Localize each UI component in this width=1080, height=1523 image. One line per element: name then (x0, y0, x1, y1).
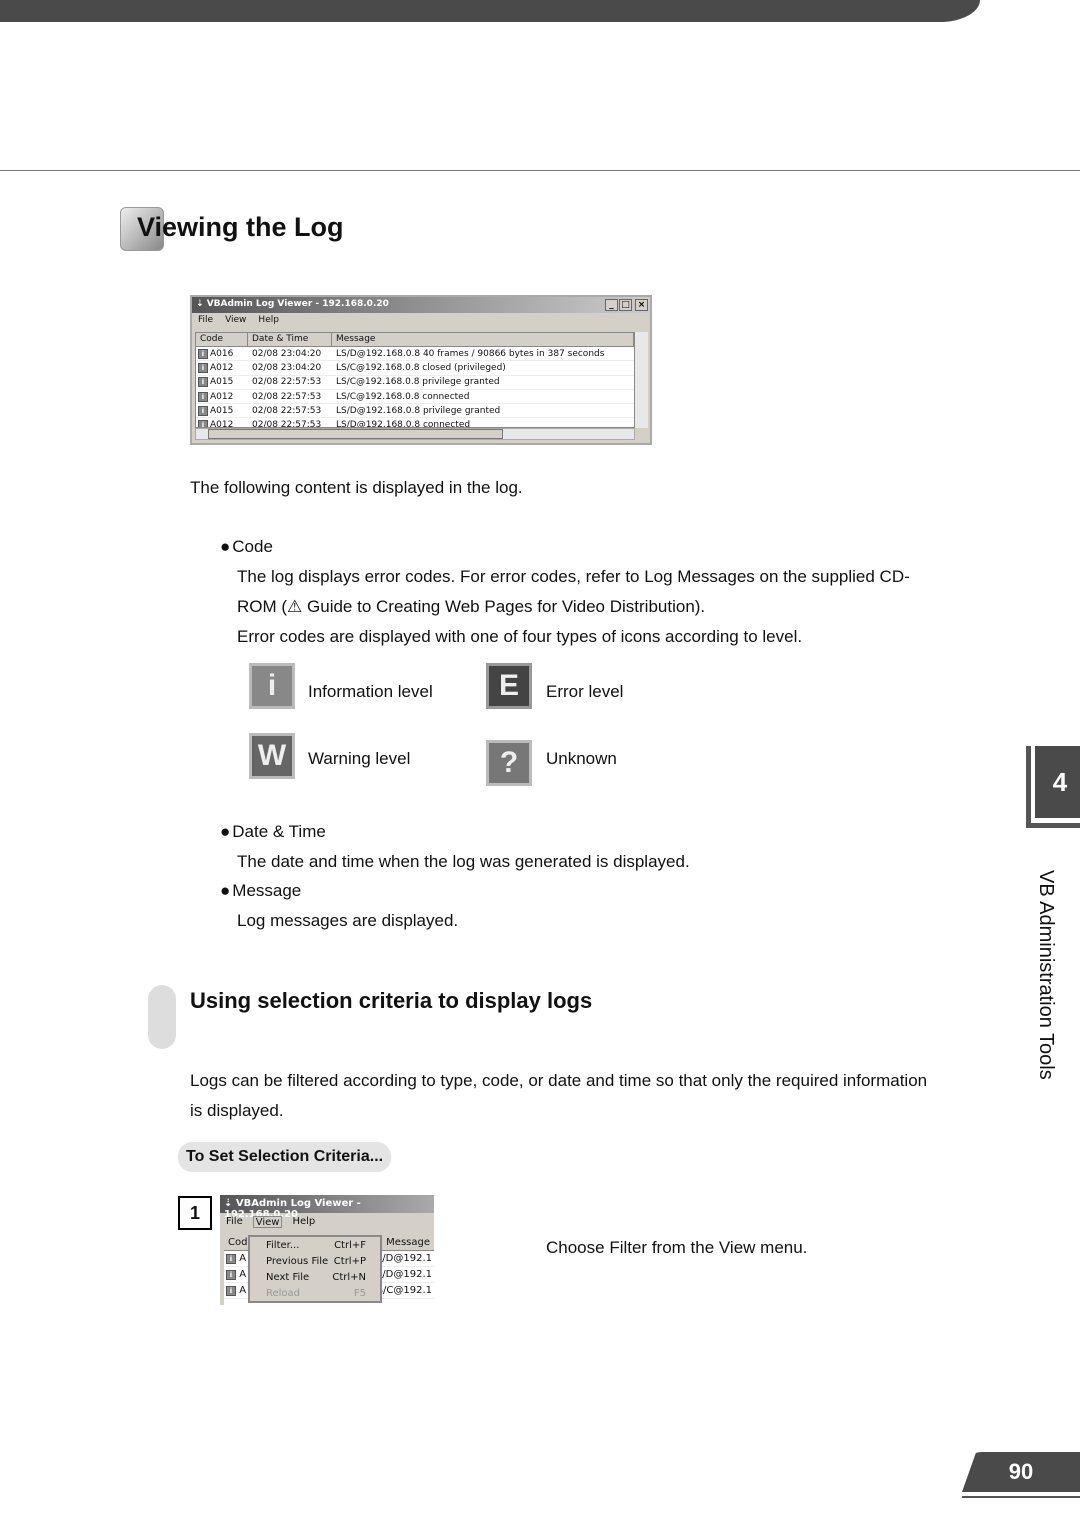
divider (0, 170, 1080, 171)
list-header: Code Date & Time Message (196, 333, 634, 347)
divider (962, 1496, 1080, 1498)
info-icon: i (226, 1270, 236, 1280)
cd-rom-icon: ⚠ (287, 597, 308, 616)
info-icon: i (198, 420, 208, 427)
subheading-marker (148, 985, 176, 1049)
table-row[interactable]: i A016 02/08 23:04:20 LS/D@192.168.0.8 40 f… (196, 347, 634, 362)
info-icon: i (198, 362, 208, 373)
table-row[interactable]: i A012 02/08 22:57:53 LS/D@192.168.0.8 conn… (196, 418, 634, 427)
maximize-icon[interactable]: □ (619, 299, 632, 311)
step-text: Choose Filter from the View menu. (546, 1238, 808, 1257)
info-icon: i (198, 391, 208, 402)
code-text-2: ROM (⚠ Guide to Creating Web Pages for V… (237, 597, 706, 616)
selection-text: Logs can be filtered according to type, … (190, 1071, 928, 1090)
step-number: 1 (178, 1196, 212, 1230)
column-code[interactable]: Code (196, 333, 248, 346)
info-icon: i (198, 348, 208, 359)
chapter-name: VB Administration Tools (1035, 870, 1057, 1080)
level-label: Warning level (308, 749, 411, 768)
page-number: 90 (962, 1452, 1080, 1492)
code-text-3: Error codes are displayed with one of fo… (237, 627, 803, 646)
menu-view[interactable]: View (225, 315, 246, 327)
procedure-label: To Set Selection Criteria... (178, 1142, 392, 1172)
error-level-icon: E (486, 663, 532, 709)
page-title: Viewing the Log (137, 212, 344, 242)
info-icon: i (226, 1254, 236, 1264)
log-viewer-window: ⇣ VBAdmin Log Viewer - 192.168.0.20 _ □ … (190, 295, 652, 445)
menu-view[interactable]: View (252, 1216, 283, 1228)
menu-item: Reload F5 (266, 1288, 366, 1299)
table-row[interactable]: i A015 02/08 22:57:53 LS/C@192.168.0.8 priv… (196, 376, 634, 390)
info-icon: i (226, 1286, 236, 1296)
app-icon: ⇣ (196, 299, 207, 309)
table-row[interactable]: i A015 02/08 22:57:53 LS/D@192.168.0.8 priv… (196, 404, 634, 419)
log-list: Code Date & Time Message i A016 02/08 23:0… (195, 332, 635, 428)
menu-item[interactable]: Previous File Ctrl+P (250, 1255, 380, 1271)
message-heading: Message (220, 881, 301, 901)
info-icon: i (198, 405, 208, 416)
unknown-level-icon: ? (486, 740, 532, 786)
vertical-scrollbar[interactable] (635, 332, 648, 428)
intro-text: The following content is displayed in th… (190, 478, 523, 497)
menu-file[interactable]: File (198, 315, 213, 327)
info-level-icon: i (249, 663, 295, 709)
info-icon: i (198, 377, 208, 388)
horizontal-scrollbar[interactable] (195, 428, 635, 440)
menu-item[interactable]: Next File Ctrl+N (250, 1271, 380, 1287)
selection-text-2: is displayed. (190, 1101, 284, 1120)
title-bar: ⇣ VBAdmin Log Viewer - 192.168.0.20 _ □ … (192, 297, 650, 313)
code-text: The log displays error codes. For error … (237, 567, 910, 586)
table-row[interactable]: i A012 02/08 22:57:53 LS/C@192.168.0.8 conn… (196, 390, 634, 405)
title-bar: ⇣ VBAdmin Log Viewer - 192.168.0.20 (220, 1195, 434, 1220)
chapter-tab: 4 (1026, 746, 1080, 828)
view-dropdown-menu: Filter... Ctrl+F Previous File Ctrl+P Next F… (248, 1235, 382, 1303)
close-icon[interactable]: × (635, 299, 648, 311)
scroll-thumb[interactable] (208, 429, 503, 439)
menu-help[interactable]: Help (292, 1216, 315, 1228)
column-datetime[interactable]: Date & Time (248, 333, 332, 346)
table-row[interactable]: i A012 02/08 23:04:20 LS/C@192.168.0.8 clos… (196, 361, 634, 376)
menu-item[interactable]: Filter... Ctrl+F (250, 1239, 380, 1255)
datetime-text: The date and time when the log was gener… (237, 852, 690, 871)
warning-level-icon: W (249, 733, 295, 779)
minimize-icon[interactable]: _ (605, 299, 618, 311)
column-message: Message (386, 1237, 430, 1248)
menu-bar: File View Help (192, 313, 650, 329)
menu-help[interactable]: Help (258, 315, 279, 327)
message-text: Log messages are displayed. (237, 911, 459, 930)
header-bar (0, 0, 980, 22)
level-label: Error level (546, 682, 624, 701)
view-menu-screenshot: ⇣ VBAdmin Log Viewer - 192.168.0.20 File… (220, 1195, 434, 1305)
menu-file[interactable]: File (226, 1216, 243, 1228)
subheading: Using selection criteria to display logs (190, 988, 593, 1013)
column-message[interactable]: Message (332, 333, 634, 346)
code-heading: Code (220, 537, 273, 557)
level-label: Information level (308, 682, 433, 701)
menu-bar: File View Help (220, 1213, 434, 1231)
level-label: Unknown (546, 749, 617, 768)
datetime-heading: Date & Time (220, 822, 326, 842)
